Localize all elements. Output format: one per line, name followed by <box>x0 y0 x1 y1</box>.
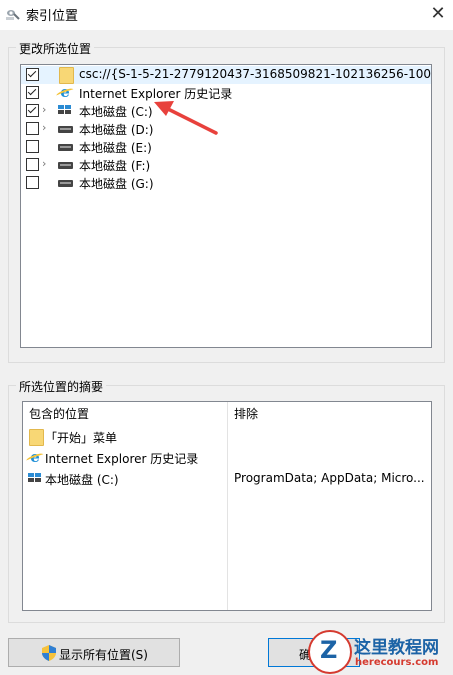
included-location: 本地磁盘 (C:) <box>45 473 119 487</box>
internet-explorer-icon: e <box>57 84 73 100</box>
location-row[interactable]: › 本地磁盘 (F:) <box>21 156 431 174</box>
location-checkbox[interactable] <box>26 122 39 135</box>
show-all-locations-label: 显示所有位置(S) <box>59 648 148 662</box>
location-row[interactable]: e Internet Explorer 历史记录 <box>21 84 431 102</box>
summary-list[interactable]: 包含的位置 排除 「开始」菜单 e Internet Explorer 历史记录 本地… <box>22 401 432 611</box>
windows-drive-icon <box>28 473 42 483</box>
folder-icon <box>29 429 44 446</box>
column-header-excluded[interactable]: 排除 <box>234 405 258 422</box>
locations-tree[interactable]: csc://{S-1-5-21-2779120437-3168509821-10… <box>20 64 432 348</box>
excluded-location: ProgramData; AppData; Micro... <box>234 471 425 485</box>
summary-label: 所选位置的摘要 <box>16 378 107 395</box>
expand-chevron-icon[interactable]: › <box>42 121 46 134</box>
location-label: csc://{S-1-5-21-2779120437-3168509821-10… <box>79 67 432 81</box>
windows-drive-icon <box>58 105 72 115</box>
drive-icon <box>58 162 73 169</box>
close-icon: ✕ <box>430 3 446 24</box>
location-checkbox[interactable] <box>26 68 39 81</box>
uac-shield-icon <box>42 645 56 661</box>
location-row[interactable]: 本地磁盘 (E:) <box>21 138 431 156</box>
show-all-locations-button[interactable]: 显示所有位置(S) <box>8 638 180 667</box>
location-checkbox[interactable] <box>26 104 39 117</box>
location-checkbox[interactable] <box>26 86 39 99</box>
included-location: 「开始」菜单 <box>45 431 118 445</box>
location-row[interactable]: › 本地磁盘 (C:) <box>21 102 431 120</box>
annotation-arrow-icon <box>154 101 218 135</box>
location-label: 本地磁盘 (G:) <box>79 177 154 191</box>
drive-icon <box>58 126 73 133</box>
location-label: 本地磁盘 (C:) <box>79 105 153 119</box>
watermark-url: herecours.com <box>355 657 439 668</box>
watermark-title: 这里教程网 <box>354 638 439 658</box>
location-label: 本地磁盘 (D:) <box>79 123 154 137</box>
summary-row[interactable]: e Internet Explorer 历史记录 <box>23 449 431 469</box>
location-label: 本地磁盘 (E:) <box>79 141 152 155</box>
drive-icon <box>58 180 73 187</box>
included-location: Internet Explorer 历史记录 <box>45 452 199 466</box>
expand-chevron-icon[interactable]: › <box>42 157 46 170</box>
folder-icon <box>59 67 74 84</box>
indexing-options-icon <box>6 10 20 20</box>
expand-chevron-icon[interactable]: › <box>42 103 46 116</box>
window-title: 索引位置 <box>26 9 79 24</box>
column-header-included[interactable]: 包含的位置 <box>29 405 89 422</box>
title-bar: 索引位置 ✕ <box>0 0 453 30</box>
location-label: 本地磁盘 (F:) <box>79 159 151 173</box>
location-checkbox[interactable] <box>26 158 39 171</box>
location-checkbox[interactable] <box>26 176 39 189</box>
drive-icon <box>58 144 73 151</box>
location-checkbox[interactable] <box>26 140 39 153</box>
internet-explorer-icon: e <box>27 449 43 465</box>
change-locations-label: 更改所选位置 <box>16 40 95 57</box>
site-watermark: 这里教程网 herecours.com <box>302 628 453 675</box>
summary-row[interactable]: 本地磁盘 (C:) ProgramData; AppData; Micro... <box>23 470 431 490</box>
location-row[interactable]: csc://{S-1-5-21-2779120437-3168509821-10… <box>21 66 431 84</box>
site-logo-icon <box>308 630 352 674</box>
location-row[interactable]: › 本地磁盘 (D:) <box>21 120 431 138</box>
location-row[interactable]: 本地磁盘 (G:) <box>21 174 431 192</box>
close-button[interactable]: ✕ <box>423 0 453 30</box>
summary-row[interactable]: 「开始」菜单 <box>23 428 431 448</box>
